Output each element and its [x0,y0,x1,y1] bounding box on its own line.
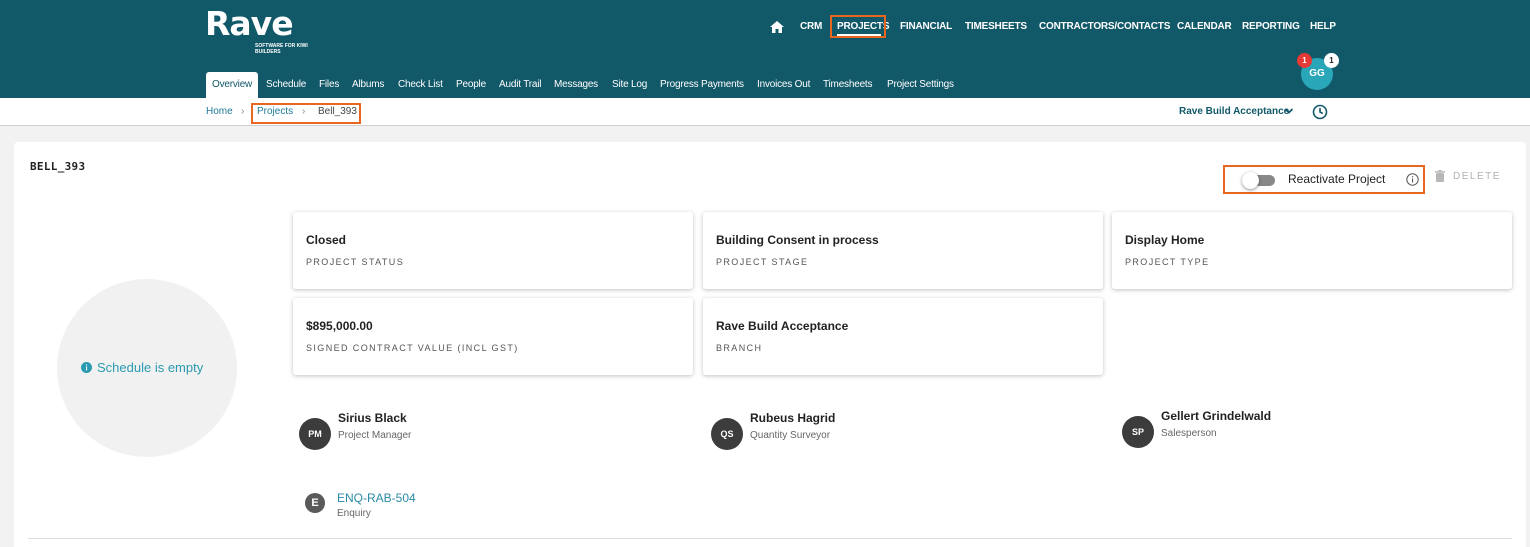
user-menu[interactable]: GG 1 1 [1297,53,1339,90]
tab-project-settings[interactable]: Project Settings [887,72,954,98]
nav-financial[interactable]: FINANCIAL [900,20,952,34]
project-type-label: PROJECT TYPE [1125,257,1210,267]
tab-schedule[interactable]: Schedule [266,72,306,98]
project-stage-label: PROJECT STAGE [716,257,809,267]
schedule-empty-text: Schedule is empty [97,360,204,375]
info-card-stage: Building Consent in process PROJECT STAG… [703,212,1103,289]
avatar: QS [711,418,743,450]
logo-wordmark: Rave [205,4,294,43]
divider [28,538,1512,539]
person-name: Gellert Grindelwald [1161,409,1272,423]
nav-help[interactable]: HELP [1310,20,1336,34]
delete-label: DELETE [1453,171,1501,182]
enquiry-link[interactable]: ENQ-RAB-504 [337,491,416,505]
tab-people[interactable]: People [456,72,486,98]
project-status-label: PROJECT STATUS [306,257,405,267]
reactivate-project-control: Reactivate Project [1223,165,1425,194]
nav-contractors-contacts[interactable]: CONTRACTORS/CONTACTS [1039,20,1170,34]
nav-calendar[interactable]: CALENDAR [1177,20,1232,34]
info-card-contract-value: $895,000.00 SIGNED CONTRACT VALUE (INCL … [293,298,693,375]
person-name: Sirius Black [338,411,407,425]
breadcrumb: Home › Projects › Bell_393 Rave Build Ac… [0,98,1530,126]
branch-label: BRANCH [716,343,763,353]
info-card-status: Closed PROJECT STATUS [293,212,693,289]
info-icon [81,362,92,373]
person-role: Quantity Surveyor [750,430,831,441]
chevron-down-icon[interactable] [1284,106,1294,116]
breadcrumb-highlight [251,103,361,124]
reactivate-label: Reactivate Project [1288,172,1386,186]
top-header: Rave SOFTWARE FOR KIWI BUILDERS CRM PROJ… [0,0,1530,98]
tab-messages[interactable]: Messages [554,72,598,98]
person-role: Salesperson [1161,428,1217,439]
reactivate-toggle[interactable] [1242,172,1275,189]
tab-progress-payments[interactable]: Progress Payments [660,72,744,98]
history-clock-icon[interactable] [1312,104,1328,120]
tab-overview[interactable]: Overview [206,72,258,98]
project-status-value: Closed [306,233,347,247]
trash-icon [1435,170,1445,182]
notification-badge-white[interactable]: 1 [1324,53,1339,68]
branch-value: Rave Build Acceptance [716,319,849,333]
person-name: Rubeus Hagrid [750,411,836,425]
rave-logo[interactable]: Rave SOFTWARE FOR KIWI BUILDERS [205,4,308,56]
toggle-knob[interactable] [1242,172,1259,189]
avatar: SP [1122,416,1154,448]
info-card-type: Display Home PROJECT TYPE [1112,212,1512,289]
nav-projects-highlight [830,15,886,38]
page-title: BELL_393 [30,160,86,173]
tab-invoices-out[interactable]: Invoices Out [757,72,810,98]
person-role: Project Manager [338,430,412,441]
tab-files[interactable]: Files [319,72,339,98]
enquiry-label: Enquiry [337,508,371,519]
project-overview-card: BELL_393 Reactivate Project DELETE Sched… [14,142,1526,547]
info-card-branch: Rave Build Acceptance BRANCH [703,298,1103,375]
notification-badge-red[interactable]: 1 [1297,53,1312,68]
tab-audit-trail[interactable]: Audit Trail [499,72,541,98]
home-icon[interactable] [770,21,784,33]
project-stage-value: Building Consent in process [716,233,879,247]
logo-tagline: SOFTWARE FOR KIWI BUILDERS [255,43,308,55]
schedule-summary: Schedule is empty [57,279,237,457]
tab-check-list[interactable]: Check List [398,72,443,98]
enquiry-icon: E [305,493,325,513]
breadcrumb-separator-icon: › [241,106,245,117]
project-type-value: Display Home [1125,233,1205,247]
nav-crm[interactable]: CRM [800,20,822,34]
breadcrumb-home[interactable]: Home [206,106,233,118]
tab-site-log[interactable]: Site Log [612,72,647,98]
nav-timesheets[interactable]: TIMESHEETS [965,20,1027,34]
nav-reporting[interactable]: REPORTING [1242,20,1300,34]
branch-selector[interactable]: Rave Build Acceptance [1179,106,1289,118]
info-icon[interactable] [1406,173,1419,186]
tab-timesheets[interactable]: Timesheets [823,72,873,98]
avatar: PM [299,418,331,450]
contract-value-label: SIGNED CONTRACT VALUE (INCL GST) [306,343,519,353]
contract-value: $895,000.00 [306,319,373,333]
tab-albums[interactable]: Albums [352,72,384,98]
